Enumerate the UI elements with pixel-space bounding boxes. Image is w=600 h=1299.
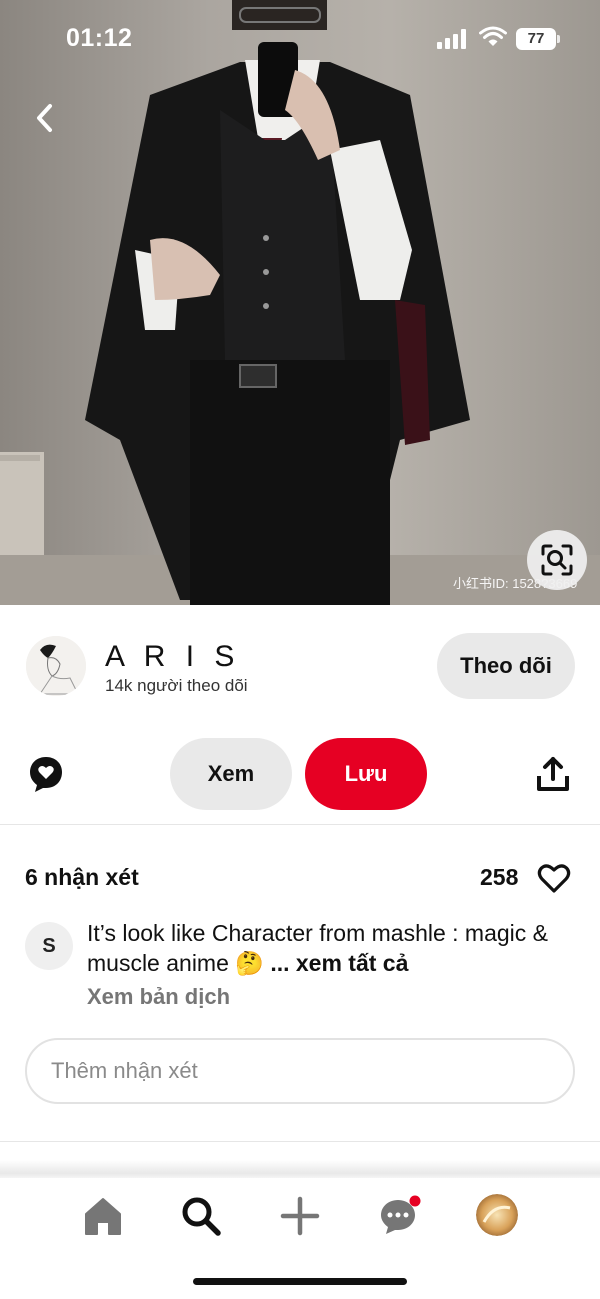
battery-level: 77 (516, 28, 556, 50)
comments-header: 6 nhận xét 258 (0, 858, 600, 898)
view-button[interactable]: Xem (170, 738, 292, 810)
author-avatar[interactable] (26, 636, 86, 696)
visual-search-icon (541, 544, 573, 576)
translate-link[interactable]: Xem bản dịch (87, 984, 230, 1010)
bottom-nav (0, 1178, 600, 1299)
notification-dot (409, 1195, 421, 1207)
battery-icon: 77 (516, 28, 560, 50)
author-name[interactable]: A R I S (105, 640, 240, 674)
follower-count: 14k người theo dõi (105, 676, 248, 695)
share-icon[interactable] (536, 756, 570, 792)
see-all-link[interactable]: ... xem tất cả (270, 950, 408, 976)
section-divider (0, 1141, 600, 1142)
visual-search-button[interactable] (527, 530, 587, 590)
action-row: Xem Lưu (0, 730, 600, 822)
plus-icon[interactable] (278, 1194, 322, 1238)
section-divider (0, 824, 600, 825)
save-button[interactable]: Lưu (305, 738, 427, 810)
battery-tip (557, 35, 560, 43)
profile-avatar[interactable] (476, 1194, 518, 1236)
pin-image[interactable]: 01:12 77 小红书ID: 1528?3669 (0, 0, 600, 605)
comment-text: It’s look like Character from mashle : m… (87, 918, 577, 978)
avatar-illustration (26, 636, 86, 696)
home-indicator (193, 1278, 407, 1285)
home-icon[interactable] (81, 1194, 125, 1238)
commenter-avatar[interactable]: S (25, 922, 73, 970)
status-bar: 01:12 77 (0, 0, 600, 80)
comment-bubble-icon[interactable] (27, 754, 65, 794)
comments-count[interactable]: 6 nhận xét (25, 864, 139, 891)
likes-count: 258 (480, 864, 519, 890)
signal-icon (437, 29, 466, 49)
pin-photo (0, 0, 600, 605)
author-row: A R I S 14k người theo dõi Theo dõi (0, 605, 600, 720)
back-icon[interactable] (26, 98, 66, 138)
heart-icon[interactable] (537, 862, 571, 894)
profile-avatar-image (476, 1194, 518, 1236)
messages-icon[interactable] (377, 1194, 421, 1238)
comment-item: S It’s look like Character from mashle :… (0, 912, 600, 1022)
add-comment-input[interactable] (25, 1038, 575, 1104)
follow-button[interactable]: Theo dõi (437, 633, 575, 699)
wifi-icon (479, 26, 507, 46)
search-icon[interactable] (179, 1194, 223, 1238)
status-time: 01:12 (66, 24, 133, 52)
